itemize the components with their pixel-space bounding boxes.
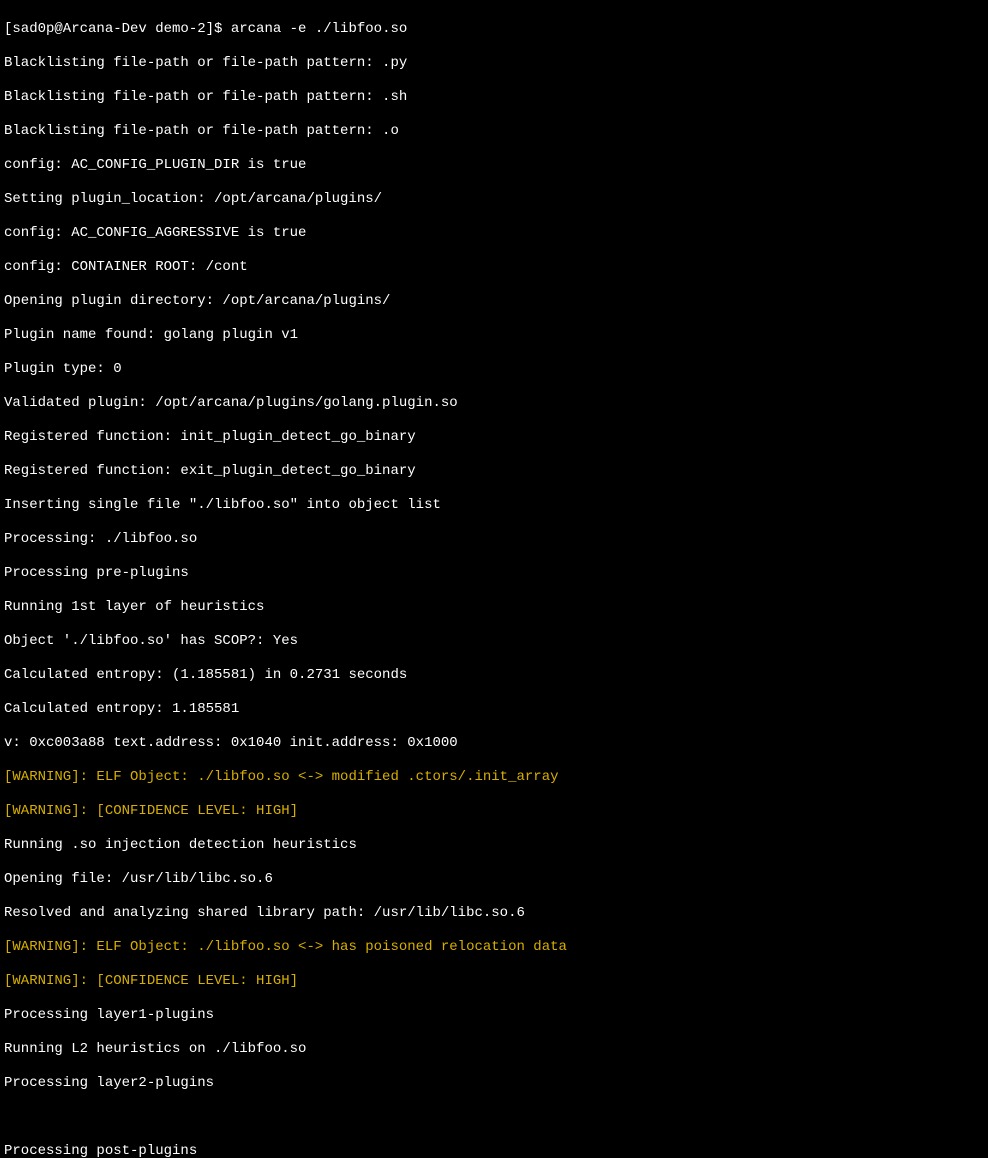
output-line: config: CONTAINER ROOT: /cont (4, 259, 984, 276)
output-line: Processing post-plugins (4, 1143, 984, 1158)
warning-line: [WARNING]: ELF Object: ./libfoo.so <-> m… (4, 769, 984, 786)
output-line: Plugin type: 0 (4, 361, 984, 378)
output-line: Validated plugin: /opt/arcana/plugins/go… (4, 395, 984, 412)
output-line: Resolved and analyzing shared library pa… (4, 905, 984, 922)
command-text: arcana -e ./libfoo.so (231, 21, 407, 37)
output-line: Opening plugin directory: /opt/arcana/pl… (4, 293, 984, 310)
output-line: Running 1st layer of heuristics (4, 599, 984, 616)
output-line: Setting plugin_location: /opt/arcana/plu… (4, 191, 984, 208)
output-line: Opening file: /usr/lib/libc.so.6 (4, 871, 984, 888)
output-line: Registered function: init_plugin_detect_… (4, 429, 984, 446)
output-line: Object './libfoo.so' has SCOP?: Yes (4, 633, 984, 650)
output-line: Running .so injection detection heuristi… (4, 837, 984, 854)
output-line: config: AC_CONFIG_AGGRESSIVE is true (4, 225, 984, 242)
output-line: Calculated entropy: 1.185581 (4, 701, 984, 718)
command-line: [sad0p@Arcana-Dev demo-2]$ arcana -e ./l… (4, 21, 984, 38)
warning-confidence-line: [WARNING]: [CONFIDENCE LEVEL: HIGH] (4, 803, 984, 820)
blank-line (4, 1109, 984, 1126)
output-line: Processing: ./libfoo.so (4, 531, 984, 548)
terminal-output: [sad0p@Arcana-Dev demo-2]$ arcana -e ./l… (4, 4, 984, 1158)
shell-prompt: [sad0p@Arcana-Dev demo-2]$ (4, 21, 231, 37)
warning-line: [WARNING]: ELF Object: ./libfoo.so <-> h… (4, 939, 984, 956)
output-line: Plugin name found: golang plugin v1 (4, 327, 984, 344)
output-line: config: AC_CONFIG_PLUGIN_DIR is true (4, 157, 984, 174)
output-line: Inserting single file "./libfoo.so" into… (4, 497, 984, 514)
output-line: v: 0xc003a88 text.address: 0x1040 init.a… (4, 735, 984, 752)
output-line: Processing layer1-plugins (4, 1007, 984, 1024)
warning-confidence-line: [WARNING]: [CONFIDENCE LEVEL: HIGH] (4, 973, 984, 990)
output-line: Processing pre-plugins (4, 565, 984, 582)
output-line: Blacklisting file-path or file-path patt… (4, 55, 984, 72)
output-line: Blacklisting file-path or file-path patt… (4, 89, 984, 106)
output-line: Registered function: exit_plugin_detect_… (4, 463, 984, 480)
output-line: Running L2 heuristics on ./libfoo.so (4, 1041, 984, 1058)
output-line: Processing layer2-plugins (4, 1075, 984, 1092)
output-line: Calculated entropy: (1.185581) in 0.2731… (4, 667, 984, 684)
output-line: Blacklisting file-path or file-path patt… (4, 123, 984, 140)
